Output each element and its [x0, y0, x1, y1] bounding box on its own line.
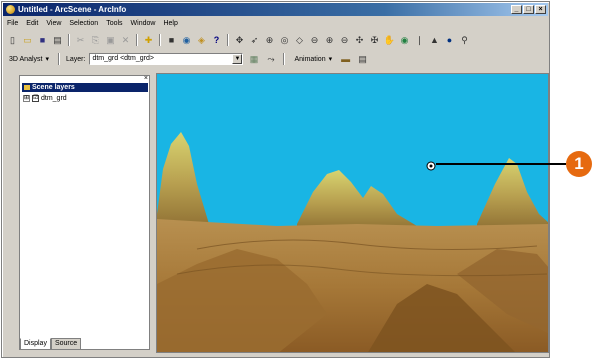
- arcscene-app-icon: [6, 5, 15, 14]
- close-button[interactable]: ×: [535, 5, 546, 14]
- paste-icon[interactable]: ▣: [104, 34, 117, 47]
- zoom-target-icon[interactable]: ◎: [278, 34, 291, 47]
- layer-select[interactable]: dtm_grd <dtm_grd> ▼: [89, 53, 244, 65]
- whats-this-icon[interactable]: ?: [210, 34, 223, 47]
- find-icon[interactable]: ⚲: [458, 34, 471, 47]
- layer-select-value: dtm_grd <dtm_grd>: [92, 55, 154, 62]
- animation-controls-icon[interactable]: ▤: [356, 53, 369, 66]
- delete-icon[interactable]: ✕: [119, 34, 132, 47]
- navigate-cursor-icon: [426, 161, 436, 171]
- 3d-analyst-dropdown[interactable]: 3D Analyst ▾: [6, 55, 52, 64]
- callout-leader-line: [436, 163, 566, 165]
- zoom-in-out-icon[interactable]: ⊖: [308, 34, 321, 47]
- animation-dropdown[interactable]: Animation ▾: [291, 55, 335, 64]
- chevron-down-icon[interactable]: ▼: [232, 54, 243, 64]
- scene-layers-header[interactable]: Scene layers: [22, 83, 148, 92]
- fly-icon[interactable]: ➶: [248, 34, 261, 47]
- save-icon[interactable]: ■: [36, 34, 49, 47]
- minimize-button[interactable]: _: [511, 5, 522, 14]
- cut-icon[interactable]: ✂: [74, 34, 87, 47]
- chevron-down-icon: ▾: [45, 56, 49, 63]
- window-title: Untitled - ArcScene - ArcInfo: [18, 5, 127, 14]
- capture-view-icon[interactable]: ▬: [339, 53, 352, 66]
- menu-view[interactable]: View: [46, 18, 61, 29]
- print-icon[interactable]: ▤: [51, 34, 64, 47]
- menu-edit[interactable]: Edit: [26, 18, 38, 29]
- scene-layers-label: Scene layers: [32, 84, 75, 91]
- callout-number-badge: 1: [566, 151, 592, 177]
- standard-toolbar: ▯ ▭ ■ ▤ ✂ ⎘ ▣ ✕ ✚ ■ ◉ ◈ ? ✥ ➶ ⊕ ◎ ◇ ⊖ ⊕ …: [6, 33, 545, 47]
- layer-icon[interactable]: ◈: [195, 34, 208, 47]
- pan-icon[interactable]: ✣: [353, 34, 366, 47]
- table-of-contents: × Scene layers ⊞ ☑ dtm_grd Display Sourc…: [19, 75, 150, 350]
- center-target-icon[interactable]: ⊕: [263, 34, 276, 47]
- layer-name: dtm_grd: [41, 95, 67, 102]
- title-bar[interactable]: Untitled - ArcScene - ArcInfo _ □ ×: [3, 3, 548, 16]
- menu-tools[interactable]: Tools: [106, 18, 122, 29]
- expand-icon[interactable]: ⊞: [23, 95, 30, 102]
- globe-view-icon[interactable]: ◉: [398, 34, 411, 47]
- 3d-analyst-toolbar: 3D Analyst ▾ Layer: dtm_grd <dtm_grd> ▼ …: [6, 52, 545, 66]
- fullscreen-icon[interactable]: ■: [165, 34, 178, 47]
- menu-file[interactable]: File: [7, 18, 18, 29]
- maximize-button[interactable]: □: [523, 5, 534, 14]
- terrain-render: [157, 132, 548, 352]
- contour-icon[interactable]: ▦: [247, 53, 260, 66]
- select-icon[interactable]: ▲: [428, 34, 441, 47]
- steepest-path-icon[interactable]: ⤳: [264, 53, 277, 66]
- menu-selection[interactable]: Selection: [69, 18, 98, 29]
- menu-window[interactable]: Window: [131, 18, 156, 29]
- zoom-out-icon[interactable]: ⊖: [338, 34, 351, 47]
- 3d-analyst-label: 3D Analyst: [9, 55, 43, 63]
- identify-icon[interactable]: ●: [443, 34, 456, 47]
- new-doc-icon[interactable]: ▯: [6, 34, 19, 47]
- close-icon[interactable]: ×: [144, 75, 148, 82]
- layers-icon: [24, 85, 30, 90]
- add-data-icon[interactable]: ✚: [142, 34, 155, 47]
- globe-icon[interactable]: ◉: [180, 34, 193, 47]
- navigate-icon[interactable]: ✥: [233, 34, 246, 47]
- open-icon[interactable]: ▭: [21, 34, 34, 47]
- animation-label: Animation: [294, 55, 326, 63]
- layer-checkbox[interactable]: ☑: [32, 95, 39, 102]
- flag-icon[interactable]: ❘: [413, 34, 426, 47]
- arcscene-window: Untitled - ArcScene - ArcInfo _ □ × File…: [1, 1, 550, 358]
- status-bar: [4, 349, 547, 355]
- set-observer-icon[interactable]: ◇: [293, 34, 306, 47]
- full-extent-icon[interactable]: ✠: [368, 34, 381, 47]
- layer-label: Layer:: [65, 55, 86, 63]
- zoom-in-icon[interactable]: ⊕: [323, 34, 336, 47]
- hand-icon[interactable]: ✋: [383, 34, 396, 47]
- scene-view[interactable]: [156, 73, 549, 353]
- copy-icon[interactable]: ⎘: [89, 34, 102, 47]
- layer-row[interactable]: ⊞ ☑ dtm_grd: [23, 94, 67, 103]
- chevron-down-icon: ▾: [328, 56, 333, 63]
- menu-help[interactable]: Help: [163, 18, 177, 29]
- menu-bar: File Edit View Selection Tools Window He…: [4, 18, 547, 29]
